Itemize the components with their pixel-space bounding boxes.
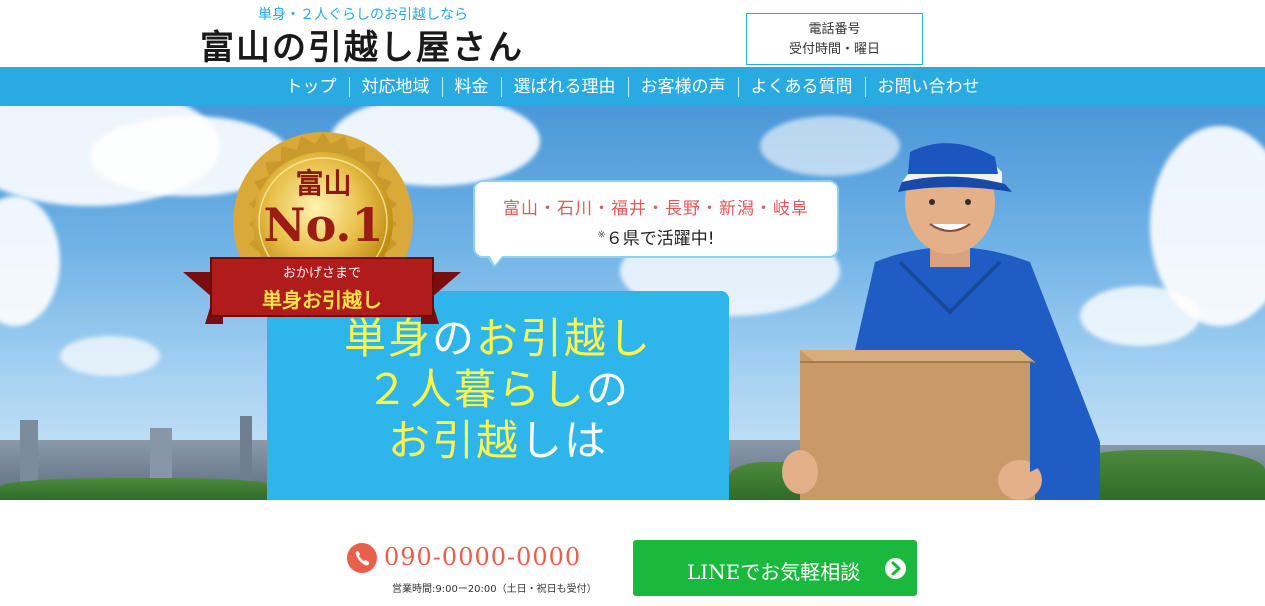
site-title-logo[interactable]: 富山の引越し屋さん: [200, 20, 524, 69]
chevron-right-icon: [885, 558, 906, 579]
phone-icon: [347, 543, 377, 573]
six-prefectures-text: ６県で活躍中!: [605, 229, 715, 249]
nav-item-areas[interactable]: 対応地域: [350, 76, 442, 98]
nav-item-reasons[interactable]: 選ばれる理由: [502, 76, 628, 98]
medal-main-text: No.1: [263, 198, 384, 252]
headline-word: お引越し: [476, 314, 653, 363]
headline-word: しは: [520, 416, 609, 465]
cloud-decoration: [60, 336, 160, 376]
headline-line-3: お引越しは: [267, 415, 729, 466]
ribbon-subtitle: おかげさまで: [282, 266, 361, 281]
main-nav: トップ 対応地域 料金 選ばれる理由 お客様の声 よくある質問 お問い合わせ: [0, 67, 1265, 106]
note-mark: ※: [597, 229, 606, 241]
nav-item-contact[interactable]: お問い合わせ: [866, 76, 992, 98]
tree-line: [0, 478, 280, 500]
header-contact-box: 電話番号 受付時間・曜日: [746, 13, 923, 65]
business-hours: 営業時間:9:00ー20:00（土日・祝日も受付）: [392, 584, 597, 595]
contact-phone-label: 電話番号: [808, 22, 861, 37]
hero-banner: 富山・石川・福井・長野・新潟・岐阜 ※６県で活躍中! 単身のお引越し ２人暮らし…: [0, 106, 1265, 500]
headline-word: お引越: [387, 416, 520, 465]
line-button-label: LINEでお気軽相談: [687, 560, 861, 584]
nav-item-faq[interactable]: よくある質問: [739, 76, 865, 98]
medal-top-text: 富山: [295, 167, 352, 200]
nav-item-top[interactable]: トップ: [274, 76, 349, 98]
phone-number-link[interactable]: 090-0000-0000: [384, 543, 581, 571]
contact-bar: 090-0000-0000 営業時間:9:00ー20:00（土日・祝日も受付） …: [0, 500, 1265, 606]
nav-item-reviews[interactable]: お客様の声: [629, 76, 738, 98]
site-header: 単身・２人ぐらしのお引越しなら 富山の引越し屋さん 電話番号 受付時間・曜日: [0, 0, 1265, 69]
mover-with-box-image: [782, 143, 1100, 500]
ribbon-title: 単身お引越し: [262, 288, 382, 312]
line-consult-button[interactable]: LINEでお気軽相談: [633, 540, 917, 596]
headline-word: の: [586, 365, 631, 414]
cloud-decoration: [0, 196, 60, 326]
contact-hours-label: 受付時間・曜日: [788, 42, 880, 57]
headline-line-2: ２人暮らしの: [267, 364, 729, 415]
nav-item-pricing[interactable]: 料金: [443, 76, 501, 98]
headline-word: ２人暮らし: [365, 365, 586, 414]
bubble-tail-inner: [489, 255, 503, 265]
phone-handset-icon: [355, 551, 369, 566]
